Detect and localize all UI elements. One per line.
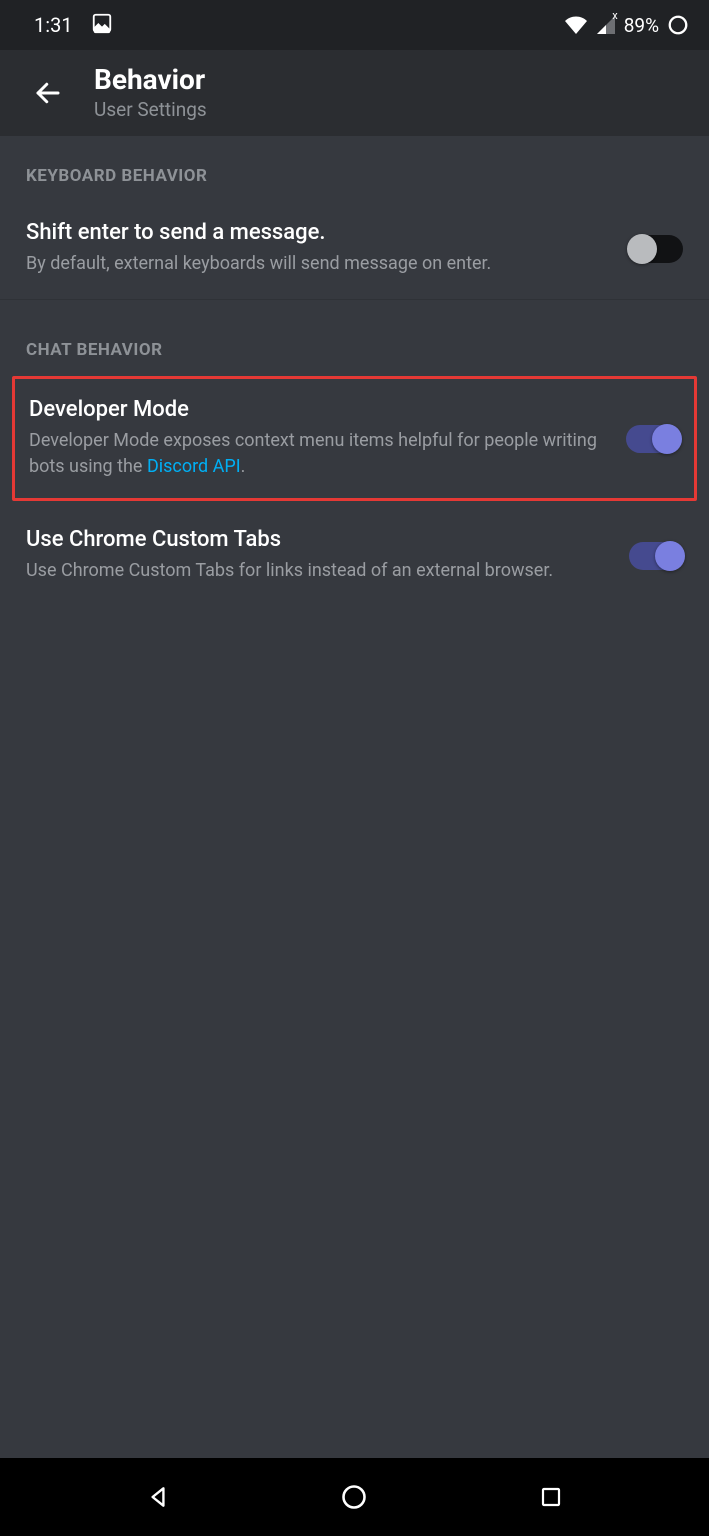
square-recent-icon xyxy=(539,1485,563,1509)
discord-api-link[interactable]: Discord API xyxy=(147,456,241,477)
toggle-chrome-custom-tabs[interactable] xyxy=(629,542,683,570)
toggle-developer-mode[interactable] xyxy=(626,425,680,453)
image-icon xyxy=(91,12,113,39)
setting-title: Use Chrome Custom Tabs xyxy=(26,527,609,552)
nav-home-button[interactable] xyxy=(334,1477,374,1517)
app-header: Behavior User Settings xyxy=(0,50,709,136)
status-time: 1:31 xyxy=(34,13,73,37)
status-bar: 1:31 x 89% xyxy=(0,0,709,50)
setting-shift-enter[interactable]: Shift enter to send a message. By defaul… xyxy=(0,198,709,300)
circle-home-icon xyxy=(340,1483,368,1511)
arrow-left-icon xyxy=(33,78,63,108)
triangle-back-icon xyxy=(145,1482,171,1512)
settings-content: KEYBOARD BEHAVIOR Shift enter to send a … xyxy=(0,136,709,1458)
setting-description: Use Chrome Custom Tabs for links instead… xyxy=(26,558,609,584)
cell-signal-icon: x xyxy=(596,15,616,35)
android-nav-bar xyxy=(0,1458,709,1536)
page-title: Behavior xyxy=(94,65,207,96)
nav-back-button[interactable] xyxy=(138,1477,178,1517)
data-saver-icon xyxy=(667,14,689,36)
toggle-shift-enter[interactable] xyxy=(629,235,683,263)
section-chat-behavior: CHAT BEHAVIOR xyxy=(0,310,709,372)
back-button[interactable] xyxy=(30,75,66,111)
setting-description: Developer Mode exposes context menu item… xyxy=(29,428,606,480)
battery-text: 89% xyxy=(624,14,659,37)
setting-title: Developer Mode xyxy=(29,397,606,422)
setting-description: By default, external keyboards will send… xyxy=(26,251,609,277)
wifi-icon xyxy=(564,15,588,35)
page-subtitle: User Settings xyxy=(94,98,207,121)
section-keyboard-behavior: KEYBOARD BEHAVIOR xyxy=(0,136,709,198)
setting-chrome-custom-tabs[interactable]: Use Chrome Custom Tabs Use Chrome Custom… xyxy=(0,505,709,606)
setting-title: Shift enter to send a message. xyxy=(26,220,609,245)
nav-recent-button[interactable] xyxy=(531,1477,571,1517)
setting-developer-mode[interactable]: Developer Mode Developer Mode exposes co… xyxy=(12,376,697,501)
